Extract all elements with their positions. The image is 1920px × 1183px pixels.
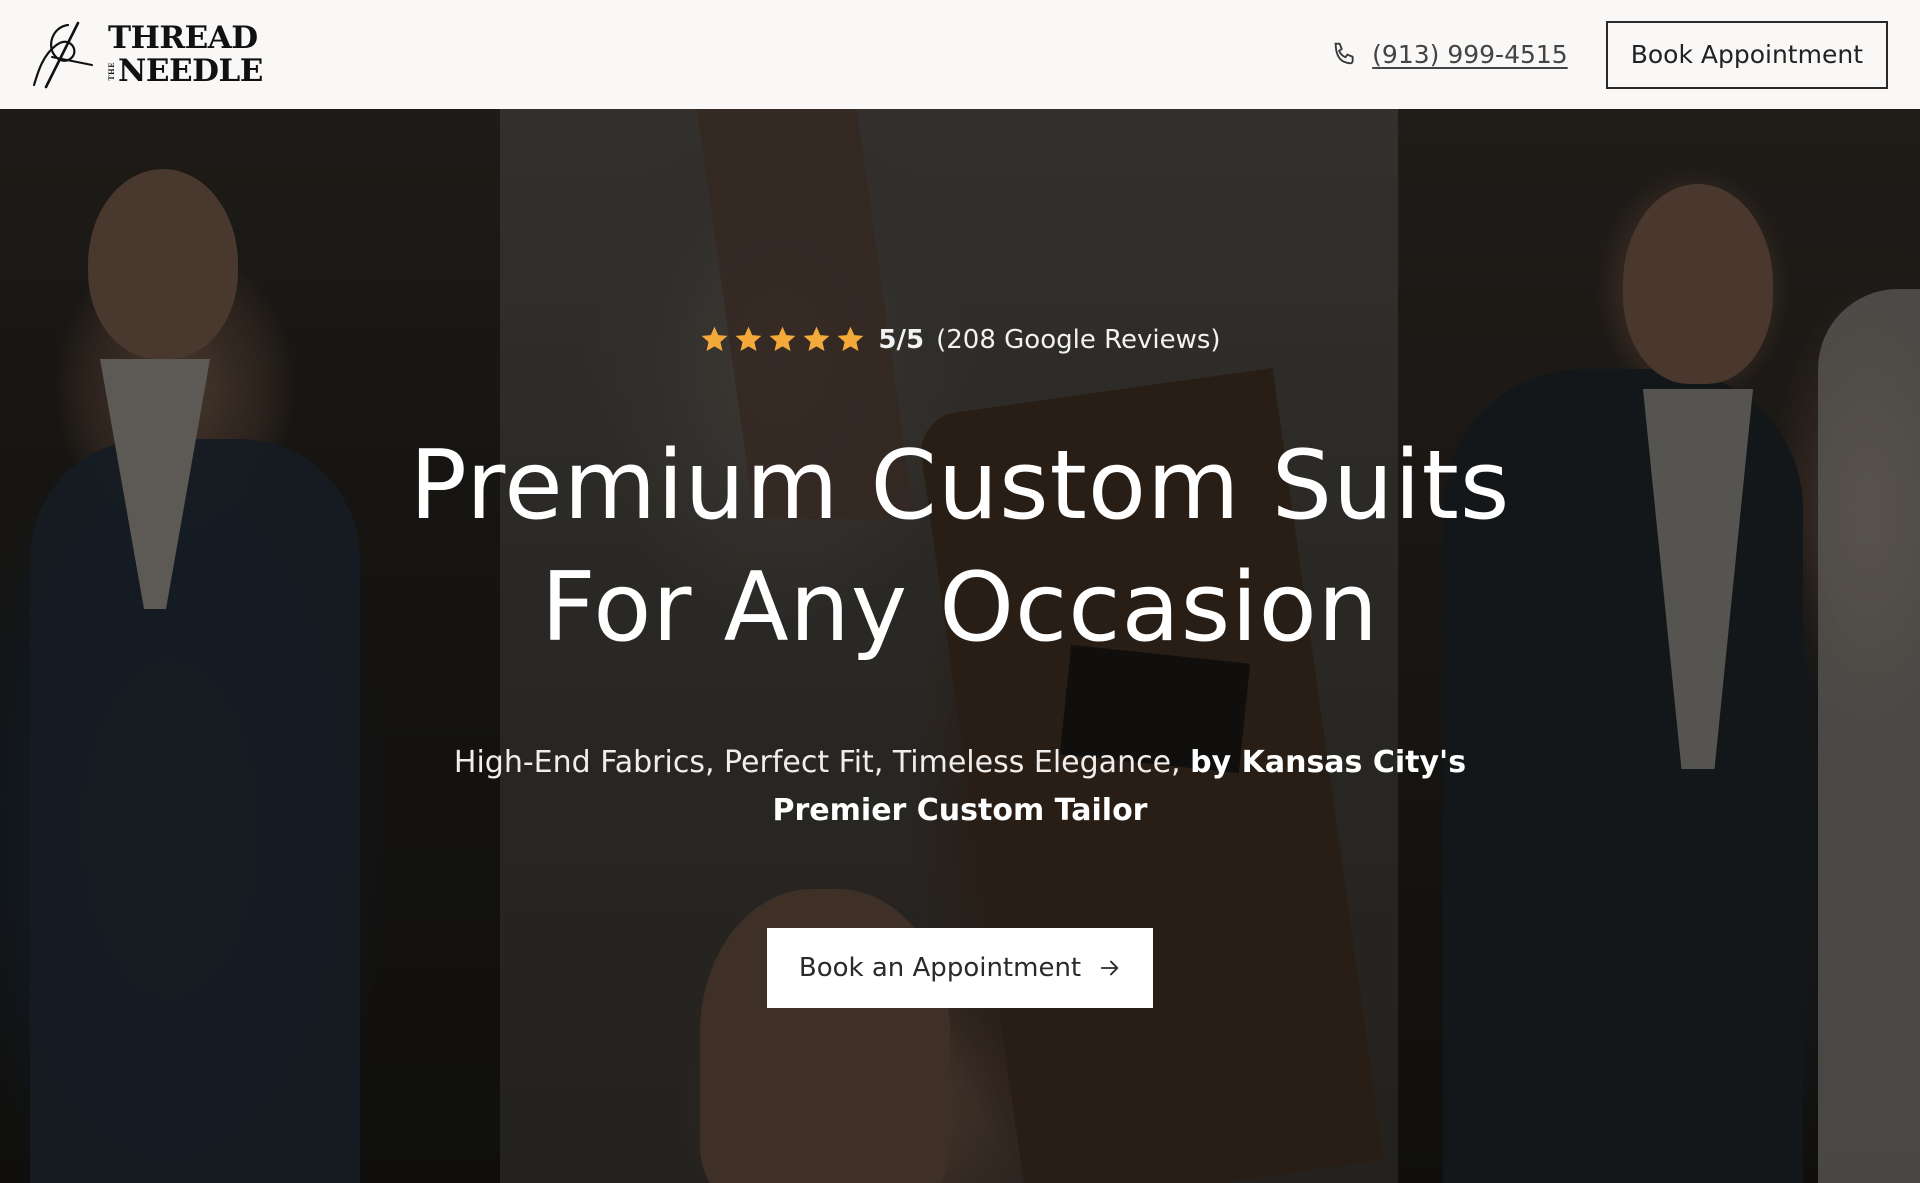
book-an-appointment-button[interactable]: Book an Appointment: [766, 928, 1154, 1008]
star-icon: [804, 326, 830, 351]
logo-wordmark: THREAD THE NEEDLE: [107, 19, 263, 89]
site-header: THREAD THE NEEDLE (913) 999-4515 Book Ap…: [0, 0, 1920, 109]
review-rating[interactable]: 5/5 (208 Google Reviews): [699, 324, 1221, 355]
logo[interactable]: THREAD THE NEEDLE: [32, 15, 263, 95]
star-icon: [838, 326, 864, 351]
hero-content: 5/5 (208 Google Reviews) Premium Custom …: [0, 109, 1920, 1183]
needle-thread-icon: [32, 21, 93, 88]
arrow-right-icon: [1100, 960, 1119, 976]
star-icon: [736, 326, 762, 351]
hero-subtitle-regular: High-End Fabrics, Perfect Fit, Timeless …: [453, 745, 1181, 780]
book-appointment-button[interactable]: Book Appointment: [1605, 20, 1888, 89]
hero-subtitle: High-End Fabrics, Perfect Fit, Timeless …: [410, 739, 1510, 835]
hero-title-line-1: Premium Custom Suits: [409, 431, 1511, 541]
phone-icon: [1334, 42, 1354, 64]
logo-line-needle: NEEDLE: [118, 52, 263, 89]
logo-line-thread: THREAD: [108, 19, 258, 56]
rating-stars: [699, 324, 866, 355]
hero-title: Premium Custom Suits For Any Occasion: [310, 425, 1610, 669]
phone-link[interactable]: (913) 999-4515: [1328, 39, 1568, 71]
rating-review-count: (208 Google Reviews): [936, 324, 1221, 355]
logo-the: THE: [107, 61, 116, 81]
star-icon: [770, 326, 796, 351]
hero-title-line-2: For Any Occasion: [541, 553, 1379, 663]
phone-number: (913) 999-4515: [1372, 40, 1568, 69]
header-actions: (913) 999-4515 Book Appointment: [1328, 20, 1888, 89]
cta-label: Book an Appointment: [798, 953, 1082, 983]
rating-score: 5/5: [878, 324, 925, 355]
hero-section: 5/5 (208 Google Reviews) Premium Custom …: [0, 109, 1920, 1183]
star-icon: [702, 326, 728, 351]
